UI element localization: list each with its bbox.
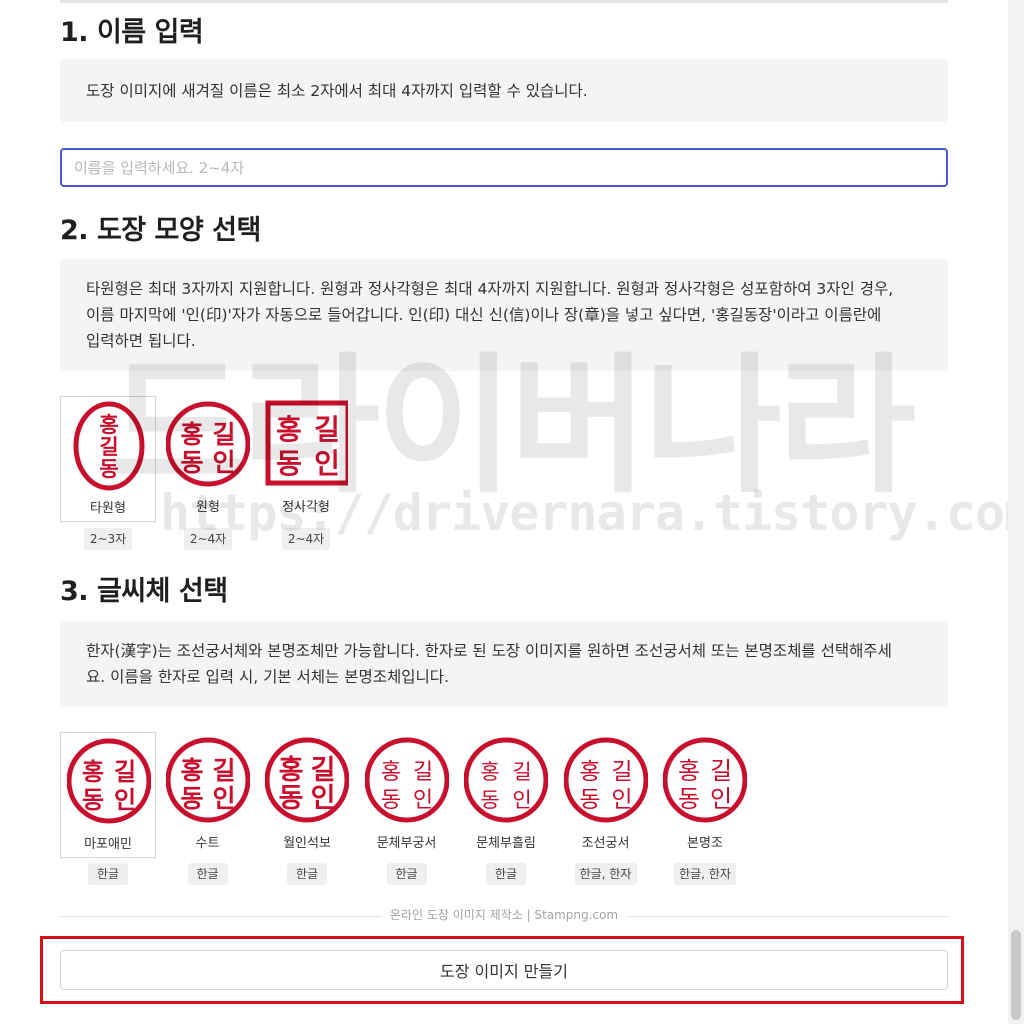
stamp-glyph: 동 bbox=[276, 447, 302, 480]
stamp-glyph: 인 bbox=[114, 786, 136, 814]
section-heading-shape: 2. 도장 모양 선택 bbox=[60, 215, 261, 246]
font-option-7[interactable]: 홍 동 길 인본명조 bbox=[657, 732, 753, 858]
stamp-glyph: 홍 bbox=[380, 760, 400, 785]
stamp-glyph: 홍 bbox=[180, 756, 203, 785]
script-support-tag: 한글 bbox=[486, 863, 526, 885]
shape-info-line: 타원형은 최대 3자까지 지원합니다. 원형과 정사각형은 최대 4자까지 지원… bbox=[86, 280, 894, 298]
script-support-tag: 한글, 한자 bbox=[574, 863, 637, 885]
stamp-glyph: 홍 bbox=[480, 760, 499, 784]
stamp-glyph: 길 bbox=[512, 760, 531, 784]
name-input[interactable] bbox=[60, 148, 948, 187]
section-heading-font: 3. 글씨체 선택 bbox=[60, 576, 228, 607]
stamp-glyph: 인 bbox=[412, 788, 432, 813]
font-option-3[interactable]: 홍 동 길 인월인석보 bbox=[259, 732, 355, 858]
stamp-glyph: 길 bbox=[212, 420, 235, 449]
shape-info-line: 입력하면 됩니다. bbox=[86, 332, 196, 350]
script-support-tag: 한글 bbox=[287, 863, 327, 885]
stamp-glyph: 홍 bbox=[99, 413, 118, 437]
scrollbar[interactable] bbox=[1008, 0, 1024, 1024]
shape-info-box: 타원형은 최대 3자까지 지원합니다. 원형과 정사각형은 최대 4자까지 지원… bbox=[60, 259, 948, 371]
circle-stamp-icon: 홍동길인 bbox=[464, 737, 548, 823]
stamp-glyph: 길 bbox=[314, 413, 340, 446]
circle-stamp-icon: 홍동길인 bbox=[663, 737, 747, 823]
circle-stamp-icon: 홍동길인 bbox=[165, 737, 250, 823]
stamp-glyph: 동 bbox=[99, 457, 118, 481]
oval-stamp-icon: 홍 길 동 bbox=[73, 401, 145, 491]
circle-stamp-icon: 홍동길인 bbox=[364, 737, 449, 823]
stamp-glyph: 홍 bbox=[276, 413, 302, 446]
circle-stamp-icon: 홍 동 길 인 bbox=[166, 401, 250, 487]
shape-label: 원형 bbox=[196, 500, 220, 515]
stamp-glyph: 길 bbox=[114, 758, 136, 786]
script-support-tag: 한글 bbox=[88, 863, 128, 885]
top-divider bbox=[60, 0, 948, 3]
script-support-tag: 한글, 한자 bbox=[674, 863, 736, 885]
font-label: 문체부궁서 bbox=[376, 836, 437, 851]
stamp-glyph: 길 bbox=[710, 757, 732, 785]
shape-info-line: 이름 마지막에 '인(印)'자가 자동으로 들어갑니다. 인(印) 대신 신(信… bbox=[86, 306, 882, 324]
char-count-tag: 2~4자 bbox=[282, 528, 330, 550]
stamp-glyph: 홍 bbox=[180, 420, 203, 449]
font-label: 본명조 bbox=[687, 836, 723, 851]
shape-option-square[interactable]: 홍 동 길 인 정사각형 bbox=[258, 396, 354, 522]
section-heading-name: 1. 이름 입력 bbox=[60, 17, 204, 48]
char-count-tag: 2~3자 bbox=[84, 528, 132, 550]
shape-label: 타원형 bbox=[90, 501, 126, 516]
font-option-1[interactable]: 홍 동 길 인마포애민 bbox=[60, 732, 156, 858]
stamp-glyph: 동 bbox=[579, 787, 600, 813]
stamp-glyph: 동 bbox=[82, 786, 104, 814]
font-info-line: 요. 이름을 한자로 입력 시, 기본 서체는 본명조체입니다. bbox=[86, 668, 449, 686]
shape-option-circle[interactable]: 홍 동 길 인 원형 bbox=[160, 396, 256, 522]
stamp-glyph: 홍 bbox=[82, 758, 104, 786]
stamp-glyph: 홍 bbox=[678, 757, 700, 785]
stamp-glyph: 홍 bbox=[579, 759, 600, 785]
stamp-glyph: 길 bbox=[212, 756, 235, 785]
circle-stamp-icon: 홍동길인 bbox=[265, 737, 349, 823]
stamp-glyph: 인 bbox=[611, 787, 632, 813]
font-label: 마포애민 bbox=[84, 837, 132, 852]
circle-stamp-icon: 홍동길인 bbox=[563, 737, 648, 823]
highlight-outline bbox=[40, 936, 964, 1004]
stamp-glyph: 홍 bbox=[279, 755, 304, 786]
stamp-glyph: 동 bbox=[678, 785, 700, 813]
stamp-glyph: 길 bbox=[99, 435, 118, 459]
stamp-glyph: 동 bbox=[480, 788, 499, 812]
script-support-tag: 한글 bbox=[187, 863, 228, 885]
font-option-5[interactable]: 홍 동 길 인문체부흘림 bbox=[458, 732, 554, 858]
stamp-glyph: 인 bbox=[710, 785, 732, 813]
stamp-glyph: 인 bbox=[314, 447, 340, 480]
circle-stamp-icon: 홍동길인 bbox=[67, 738, 151, 824]
font-info-box: 한자(漢字)는 조선궁서체와 본명조체만 가능합니다. 한자로 된 도장 이미지… bbox=[60, 621, 948, 707]
scrollbar-thumb[interactable] bbox=[1011, 930, 1021, 1020]
char-count-tag: 2~4자 bbox=[184, 528, 232, 550]
stamp-glyph: 길 bbox=[611, 759, 632, 785]
font-label: 조선궁서 bbox=[581, 836, 630, 851]
stamp-glyph: 동 bbox=[180, 448, 203, 477]
stamp-glyph: 길 bbox=[412, 760, 432, 785]
shape-label: 정사각형 bbox=[282, 500, 330, 515]
font-option-4[interactable]: 홍 동 길 인문체부궁서 bbox=[359, 732, 455, 858]
shape-option-oval[interactable]: 홍 길 동 타원형 bbox=[60, 396, 156, 522]
font-label: 문체부흘림 bbox=[476, 836, 536, 851]
stamp-glyph: 동 bbox=[180, 784, 203, 813]
font-info-line: 한자(漢字)는 조선궁서체와 본명조체만 가능합니다. 한자로 된 도장 이미지… bbox=[86, 642, 892, 660]
square-stamp-icon: 홍 동 길 인 bbox=[265, 400, 348, 486]
stamp-glyph: 인 bbox=[311, 783, 336, 814]
footer-credit: 온라인 도장 이미지 제작소 | Stampng.com bbox=[389, 908, 619, 922]
stamp-glyph: 인 bbox=[512, 788, 531, 812]
stamp-glyph: 인 bbox=[212, 448, 235, 477]
stamp-glyph: 동 bbox=[380, 788, 400, 813]
stamp-glyph: 길 bbox=[311, 755, 336, 786]
font-option-2[interactable]: 홍 동 길 인수트 bbox=[160, 732, 256, 858]
script-support-tag: 한글 bbox=[386, 863, 427, 885]
name-info-text: 도장 이미지에 새겨질 이름은 최소 2자에서 최대 4자까지 입력할 수 있습… bbox=[86, 81, 588, 100]
font-label: 수트 bbox=[195, 836, 220, 851]
stamp-glyph: 동 bbox=[279, 783, 304, 814]
name-info-box: 도장 이미지에 새겨질 이름은 최소 2자에서 최대 4자까지 입력할 수 있습… bbox=[60, 59, 948, 122]
stamp-glyph: 인 bbox=[212, 784, 235, 813]
font-option-6[interactable]: 홍 동 길 인조선궁서 bbox=[558, 732, 654, 858]
font-label: 월인석보 bbox=[283, 836, 331, 851]
